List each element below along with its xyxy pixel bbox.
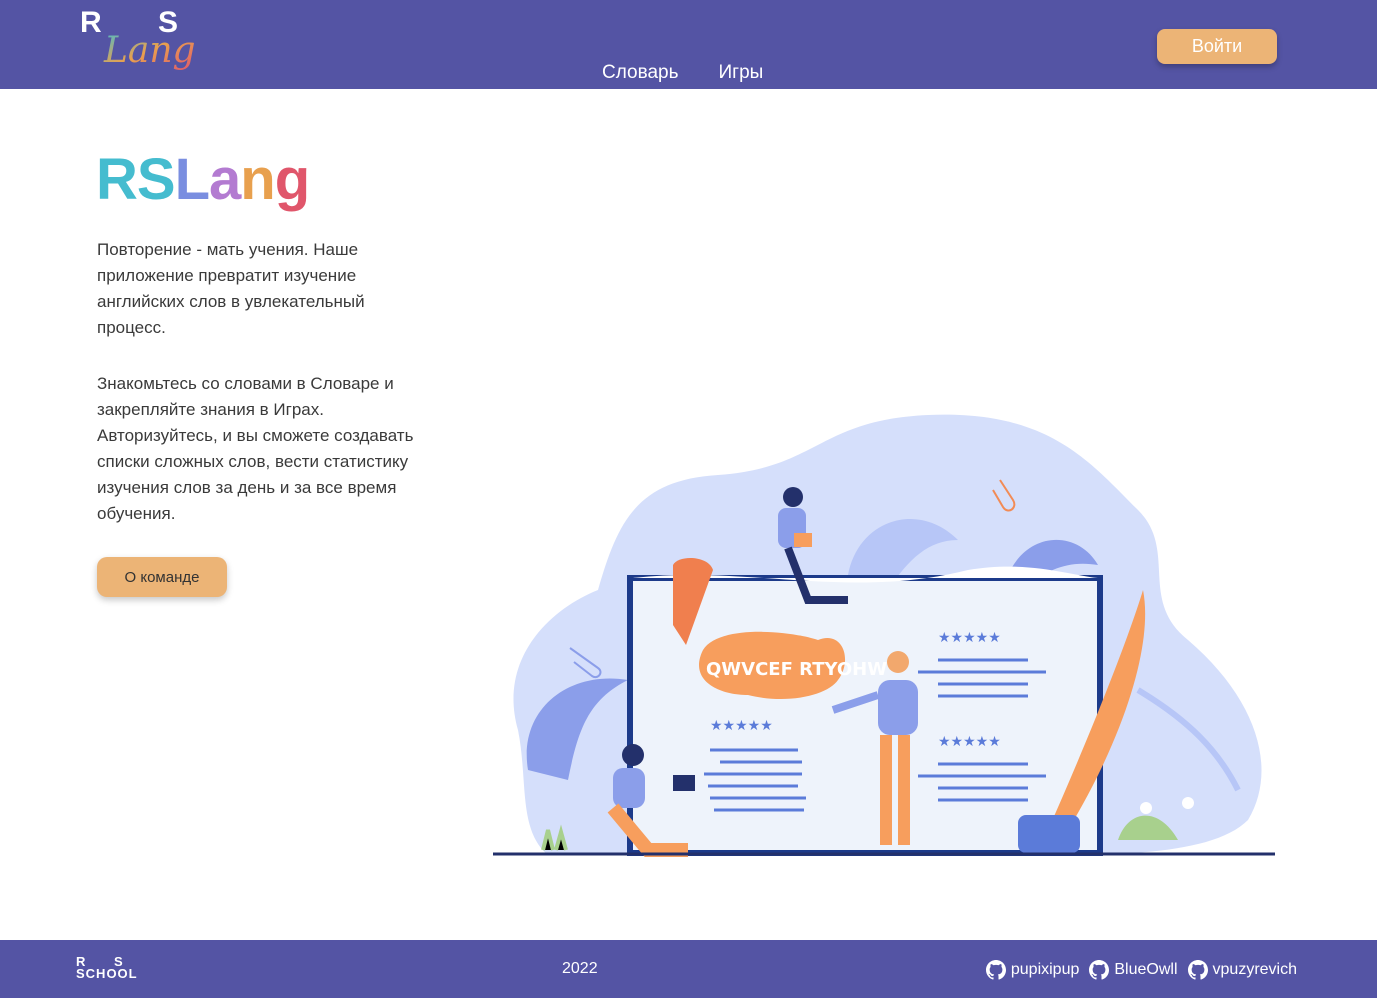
title-letter: S xyxy=(136,147,176,212)
star-row: ★★★★★ xyxy=(710,718,773,734)
github-icon xyxy=(1089,960,1110,980)
author-link-vpuzyrevich[interactable]: vpuzyrevich xyxy=(1187,960,1297,980)
about-team-button[interactable]: О команде xyxy=(97,557,227,597)
author-name: pupixipup xyxy=(1010,961,1080,978)
page-title: RSLang xyxy=(96,146,310,213)
author-link-blueowll[interactable]: BlueOwll xyxy=(1089,960,1178,980)
author-link-pupixipup[interactable]: pupixipup xyxy=(985,960,1080,980)
github-icon xyxy=(1187,960,1208,980)
main-nav: Словарь Игры xyxy=(602,62,763,84)
title-letter: R xyxy=(96,147,138,212)
rs-school-logo[interactable]: RS SCHOOL xyxy=(76,955,152,981)
learning-illustration: QWVCEF RTYOHW ★★★★★ ★★★★★ ★★★★★ xyxy=(493,414,1275,857)
star-row: ★★★★★ xyxy=(938,630,1001,646)
github-icon xyxy=(985,960,1006,980)
title-letter: a xyxy=(209,147,241,212)
header: R S Lang Словарь Игры Войти xyxy=(0,0,1377,89)
book-page xyxy=(627,575,1103,856)
title-letter: n xyxy=(240,147,275,212)
title-letter: L xyxy=(174,147,210,212)
svg-text:Lang: Lang xyxy=(103,30,196,71)
intro-paragraph: Повторение - мать учения. Наше приложени… xyxy=(97,240,365,337)
nav-link-games[interactable]: Игры xyxy=(719,62,764,84)
author-name: vpuzyrevich xyxy=(1212,961,1297,978)
logo-script: Lang xyxy=(103,30,196,71)
svg-text:QWVCEF RTYOHW: QWVCEF RTYOHW xyxy=(706,659,887,680)
nav-link-dictionary[interactable]: Словарь xyxy=(602,62,679,84)
author-links: pupixipup BlueOwll vpuzyrevich xyxy=(985,960,1297,980)
star-row: ★★★★★ xyxy=(938,734,1001,750)
footer: RS SCHOOL 2022 pupixipup BlueOwll vpuzyr… xyxy=(0,940,1377,998)
copyright-year: 2022 xyxy=(562,960,598,977)
logo[interactable]: R S Lang xyxy=(78,6,218,86)
login-button[interactable]: Войти xyxy=(1157,29,1277,64)
school-logo-text: SCHOOL xyxy=(76,966,138,981)
description-paragraph: Знакомьтесь со словами в Словаре и закре… xyxy=(97,374,414,523)
author-name: BlueOwll xyxy=(1114,961,1178,978)
ink-bottle xyxy=(1018,815,1080,853)
title-letter: g xyxy=(274,147,310,212)
